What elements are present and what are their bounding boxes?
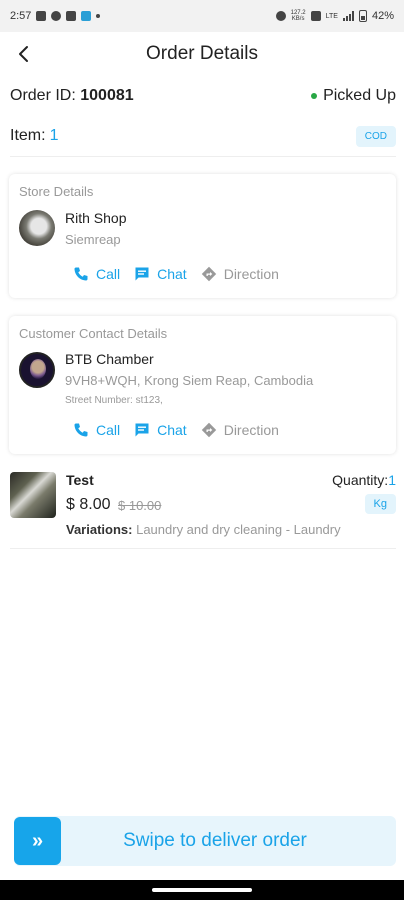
status-dot-icon [311,93,318,99]
app-header: Order Details [0,32,404,76]
store-chat-button[interactable]: Chat [134,266,187,282]
status-bar-right: 127.2 KB/s LTE 42% [275,10,394,22]
customer-section-title: Customer Contact Details [19,326,168,341]
home-indicator[interactable] [152,888,252,892]
customer-details-card: Customer Contact Details BTB Chamber 9VH… [9,316,396,454]
store-name: Rith Shop [65,210,127,226]
clock: 2:57 [10,10,32,22]
chat-icon [135,267,149,281]
store-actions: Call Chat Direction [73,266,279,282]
telegram-icon [36,11,47,21]
product-quantity: Quantity:1 [332,472,396,488]
product-quantity-value: 1 [388,472,396,488]
product-variations: Variations: Laundry and dry cleaning - L… [66,522,341,537]
notification-icon [51,11,62,21]
order-status: Picked Up [311,87,396,105]
order-id: Order ID: 100081 [10,87,134,104]
divider [10,156,396,157]
store-call-button[interactable]: Call [73,266,120,282]
store-details-card: Store Details Rith Shop Siemreap Call Ch… [9,174,396,298]
product-image [10,472,56,518]
product-variations-value: Laundry and dry cleaning - Laundry [136,522,341,537]
swipe-label: Swipe to deliver order [123,830,307,851]
app-notification-icon [81,11,92,21]
mail-icon [66,11,77,21]
store-avatar [19,210,55,246]
payment-badge: COD [355,125,396,147]
store-direction-button[interactable]: Direction [201,266,279,282]
customer-avatar [19,352,55,388]
direction-icon [201,266,216,282]
product-price: $ 8.00 [66,496,111,513]
battery-level: 42% [371,10,394,22]
product-name: Test [66,472,94,488]
store-section-title: Store Details [19,184,94,199]
net-speed: 127.2 KB/s [290,10,306,22]
status-bar: 2:57 127.2 KB/s LTE 42% [0,0,404,32]
chat-icon [135,423,149,437]
battery-icon [358,10,367,22]
status-bar-left: 2:57 [10,10,101,22]
customer-chat-button[interactable]: Chat [134,422,187,438]
more-notifications-icon [96,14,101,18]
customer-actions: Call Chat Direction [73,422,279,438]
product-original-price: $ 10.00 [118,498,162,513]
signal-icon [342,11,354,21]
phone-icon [74,423,88,437]
order-summary-row: Order ID: 100081 Picked Up [10,84,396,108]
back-arrow-icon [19,46,28,62]
order-status-label: Picked Up [323,87,396,104]
store-location: Siemreap [65,232,121,247]
swipe-to-deliver-slider[interactable]: » Swipe to deliver order [14,816,396,866]
system-nav-bar [0,880,404,900]
customer-address: 9VH8+WQH, Krong Siem Reap, Cambodia [65,373,314,388]
network-type: LTE [325,12,338,20]
customer-street: Street Number: st123, [65,395,163,406]
hotspot-icon [275,11,286,21]
page-title: Order Details [146,43,258,64]
customer-direction-button[interactable]: Direction [201,422,279,438]
item-label: Item: [10,127,46,144]
order-id-value: 100081 [80,87,134,104]
back-button[interactable] [8,38,40,70]
item-count: 1 [49,127,59,144]
product-unit-badge: Kg [364,494,396,514]
divider [10,548,396,549]
customer-name: BTB Chamber [65,351,154,367]
wifi-icon [310,11,321,21]
direction-icon [201,422,216,438]
customer-call-button[interactable]: Call [73,422,120,438]
order-item: Test Quantity:1 $ 8.00 $ 10.00 Kg Variat… [10,470,396,550]
item-count-row: Item: 1 COD [10,124,396,148]
phone-icon [74,267,88,281]
